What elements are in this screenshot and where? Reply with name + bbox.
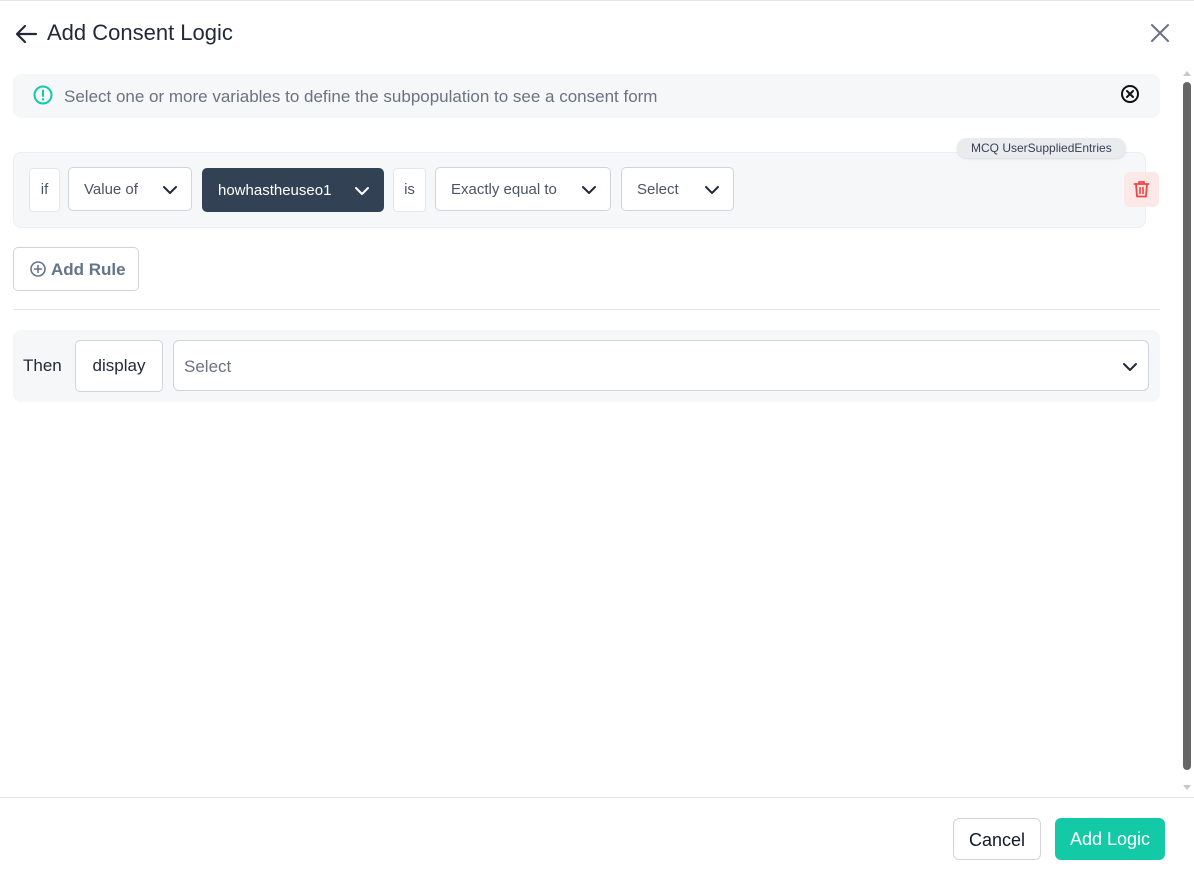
arrow-left-icon (15, 24, 38, 44)
add-rule-button[interactable]: Add Rule (13, 247, 139, 291)
chevron-down-icon (163, 186, 177, 194)
value-label: Select (637, 181, 679, 198)
operator-label: Exactly equal to (451, 181, 557, 198)
info-banner: Select one or more variables to define t… (13, 74, 1160, 118)
then-label: Then (23, 356, 62, 375)
add-logic-button[interactable]: Add Logic (1055, 818, 1165, 860)
back-button[interactable] (14, 21, 40, 47)
scroll-up-arrow-icon[interactable] (1183, 70, 1191, 76)
chevron-down-icon (705, 186, 719, 194)
section-divider (13, 309, 1160, 310)
value-of-dropdown[interactable]: Value of (68, 167, 192, 211)
info-text: Select one or more variables to define t… (64, 87, 658, 106)
delete-rule-button[interactable] (1124, 172, 1159, 207)
footer-divider (0, 797, 1194, 798)
consent-form-dropdown[interactable]: Select (173, 340, 1149, 391)
value-of-label: Value of (84, 181, 138, 198)
plus-circle-icon (30, 261, 46, 277)
page-title: Add Consent Logic (47, 20, 233, 45)
operator-dropdown[interactable]: Exactly equal to (435, 167, 611, 211)
variable-label: howhastheuseo1 (218, 182, 332, 199)
banner-close-button[interactable] (1119, 83, 1141, 105)
close-button[interactable] (1148, 21, 1172, 45)
modal-header: Add Consent Logic (0, 0, 1194, 66)
trash-icon (1133, 181, 1150, 198)
info-circle-icon (33, 85, 53, 105)
value-dropdown[interactable]: Select (621, 167, 734, 211)
chevron-down-icon (582, 186, 596, 194)
cancel-button[interactable]: Cancel (953, 818, 1041, 860)
is-label: is (393, 168, 426, 212)
if-label: if (29, 168, 60, 212)
close-circle-icon (1121, 85, 1139, 103)
add-rule-label: Add Rule (51, 260, 126, 279)
scroll-down-arrow-icon[interactable] (1183, 785, 1191, 791)
scrollbar-thumb[interactable] (1183, 82, 1191, 770)
then-row: Then display Select (13, 330, 1160, 402)
variable-dropdown[interactable]: howhastheuseo1 (202, 168, 384, 212)
chevron-down-icon (355, 187, 369, 195)
close-icon (1151, 24, 1169, 42)
display-label: display (75, 340, 163, 392)
variable-type-chip: MCQ UserSuppliedEntries (957, 138, 1126, 158)
consent-form-placeholder: Select (184, 357, 232, 376)
chevron-down-icon (1123, 363, 1137, 371)
